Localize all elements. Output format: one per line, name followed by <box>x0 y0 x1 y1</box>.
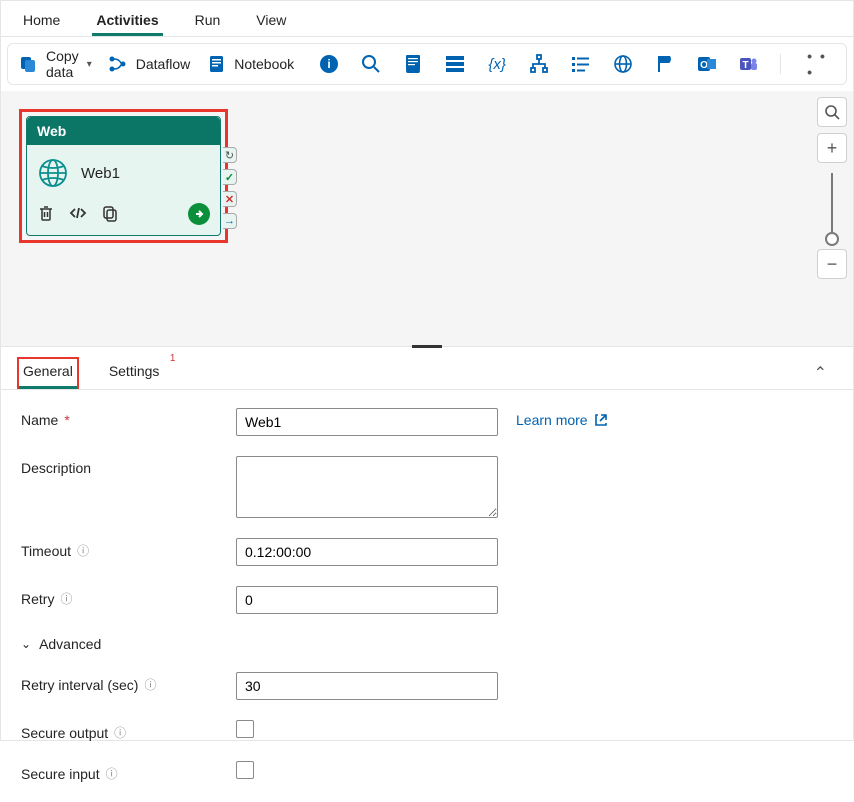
toolbar-more-button[interactable]: • • • <box>801 48 836 80</box>
tab-settings[interactable]: Settings 1 <box>103 357 166 389</box>
general-form: Name * Learn more Description Timeout ⓘ … <box>1 390 853 782</box>
node-highlight: Web Web1 ↻ ✓ ✕ → <box>19 109 228 243</box>
copy-data-icon <box>18 54 38 74</box>
secure-input-checkbox[interactable] <box>236 761 254 779</box>
description-input[interactable] <box>236 456 498 518</box>
copy-data-button[interactable]: Copy data ▾ <box>18 48 92 80</box>
name-input[interactable] <box>236 408 498 436</box>
retry-label-text: Retry <box>21 591 54 607</box>
learn-more-text: Learn more <box>516 412 588 428</box>
tab-settings-label: Settings <box>109 363 160 379</box>
name-label: Name * <box>21 408 236 428</box>
script-icon[interactable] <box>402 53 424 75</box>
collapse-panel-icon[interactable]: ⌃ <box>814 363 827 383</box>
retry-input[interactable] <box>236 586 498 614</box>
handle-on-completion[interactable]: → <box>223 213 237 229</box>
web-icon <box>37 157 69 189</box>
secure-input-label: Secure input ⓘ <box>21 761 236 782</box>
branch-icon[interactable] <box>528 53 550 75</box>
zoom-panel: + − <box>817 97 847 285</box>
list-add-icon[interactable] <box>570 53 592 75</box>
globe-icon[interactable] <box>612 53 634 75</box>
code-icon[interactable] <box>69 204 87 225</box>
advanced-toggle[interactable]: ⌄ Advanced <box>21 634 833 652</box>
dataflow-icon <box>108 54 128 74</box>
notebook-icon <box>206 54 226 74</box>
timeout-label: Timeout ⓘ <box>21 538 236 559</box>
zoom-in-button[interactable]: + <box>817 133 847 163</box>
learn-more-link[interactable]: Learn more <box>516 408 608 428</box>
info-icon[interactable]: ⓘ <box>106 765 118 782</box>
chevron-down-icon: ▾ <box>87 59 92 70</box>
activity-node-web[interactable]: Web Web1 ↻ ✓ ✕ → <box>26 116 221 236</box>
node-handles: ↻ ✓ ✕ → <box>223 147 237 229</box>
external-link-icon <box>594 413 608 427</box>
secure-input-label-text: Secure input <box>21 766 100 782</box>
properties-tabs: General Settings 1 ⌃ <box>1 347 853 390</box>
tab-general[interactable]: General <box>17 357 79 389</box>
node-name: Web1 <box>81 165 120 182</box>
info-icon[interactable]: ⓘ <box>114 724 126 741</box>
tab-settings-badge: 1 <box>170 353 176 364</box>
handle-on-success[interactable]: ✓ <box>223 169 237 185</box>
retry-interval-label-text: Retry interval (sec) <box>21 677 138 693</box>
secure-output-label-text: Secure output <box>21 725 108 741</box>
flag-icon[interactable] <box>654 53 676 75</box>
svg-text:i: i <box>327 57 330 71</box>
handle-on-fail[interactable]: ✕ <box>223 191 237 207</box>
info-icon[interactable]: i <box>318 53 340 75</box>
secure-output-checkbox[interactable] <box>236 720 254 738</box>
variable-icon[interactable]: {x} <box>486 53 508 75</box>
node-body: Web1 <box>27 145 220 197</box>
svg-text:T: T <box>743 60 749 71</box>
info-icon[interactable]: ⓘ <box>77 542 89 559</box>
menu-bar: Home Activities Run View <box>1 1 853 37</box>
menu-activities[interactable]: Activities <box>92 6 162 36</box>
secure-output-label: Secure output ⓘ <box>21 720 236 741</box>
menu-home[interactable]: Home <box>19 6 64 36</box>
delete-icon[interactable] <box>37 204 55 225</box>
chevron-down-icon: ⌄ <box>21 637 31 651</box>
pipeline-canvas[interactable]: Web Web1 ↻ ✓ ✕ → + <box>1 91 853 347</box>
name-label-text: Name <box>21 412 58 428</box>
run-icon[interactable] <box>188 203 210 225</box>
retry-interval-label: Retry interval (sec) ⓘ <box>21 672 236 693</box>
info-icon[interactable]: ⓘ <box>60 590 72 607</box>
zoom-slider[interactable] <box>831 173 833 239</box>
svg-text:O: O <box>700 60 708 71</box>
zoom-out-button[interactable]: − <box>817 249 847 279</box>
search-icon[interactable] <box>360 53 382 75</box>
timeout-input[interactable] <box>236 538 498 566</box>
dataflow-button[interactable]: Dataflow <box>108 54 190 74</box>
outlook-icon[interactable]: O <box>696 53 718 75</box>
menu-view[interactable]: View <box>252 6 290 36</box>
toolbar-icon-row: i {x} O T <box>318 53 760 75</box>
menu-run[interactable]: Run <box>191 6 225 36</box>
handle-on-skip[interactable]: ↻ <box>223 147 237 163</box>
copy-data-label: Copy data <box>46 48 79 80</box>
info-icon[interactable]: ⓘ <box>144 676 156 693</box>
required-icon: * <box>64 412 69 428</box>
timeout-label-text: Timeout <box>21 543 71 559</box>
retry-interval-input[interactable] <box>236 672 498 700</box>
notebook-button[interactable]: Notebook <box>206 54 294 74</box>
node-header: Web <box>27 117 220 145</box>
notebook-label: Notebook <box>234 56 294 72</box>
properties-panel: General Settings 1 ⌃ Name * Learn more D… <box>1 347 853 802</box>
dataflow-label: Dataflow <box>136 56 190 72</box>
retry-label: Retry ⓘ <box>21 586 236 607</box>
rows-icon[interactable] <box>444 53 466 75</box>
copy-icon[interactable] <box>101 204 119 225</box>
toolbar: Copy data ▾ Dataflow Notebook i {x} <box>7 43 847 85</box>
node-footer <box>27 197 220 235</box>
description-label: Description <box>21 456 236 476</box>
zoom-thumb[interactable] <box>825 232 839 246</box>
advanced-label: Advanced <box>39 636 101 652</box>
toolbar-separator <box>780 54 781 74</box>
toolbar-container: Copy data ▾ Dataflow Notebook i {x} <box>1 37 853 91</box>
teams-icon[interactable]: T <box>738 53 760 75</box>
zoom-fit-button[interactable] <box>817 97 847 127</box>
